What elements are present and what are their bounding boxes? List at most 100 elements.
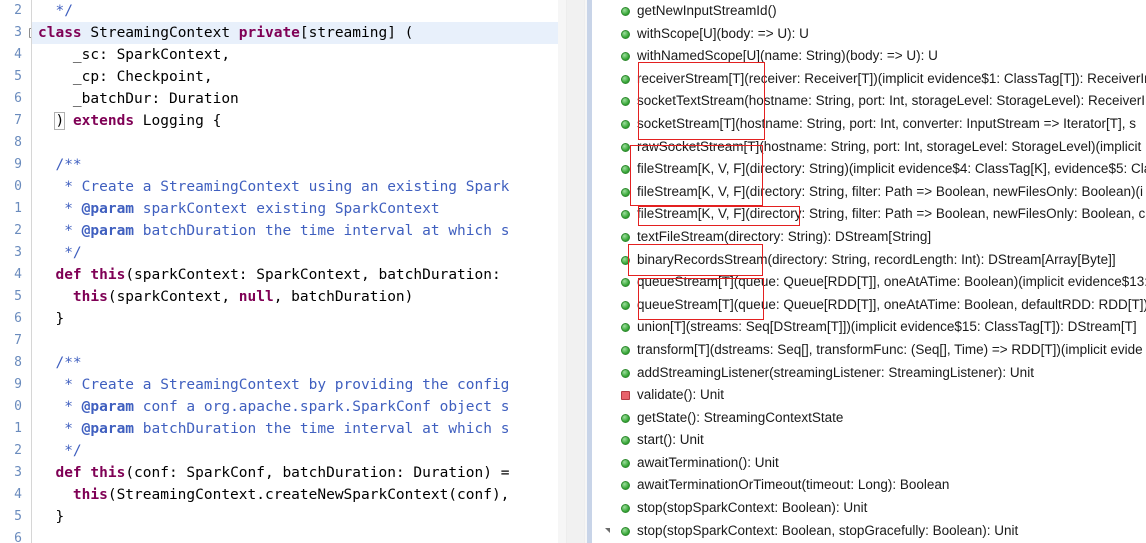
outline-item-label: awaitTermination(): Unit [637, 454, 779, 470]
outline-item[interactable]: getNewInputStreamId() [596, 0, 1146, 23]
public-method-icon [621, 300, 630, 310]
expand-collapse-triangle-icon[interactable] [605, 527, 610, 533]
public-method-icon [621, 255, 630, 265]
code-line[interactable]: this(StreamingContext.createNewSparkCont… [32, 484, 558, 506]
code-line[interactable]: */ [32, 440, 558, 462]
code-fold-collapse-icon[interactable] [29, 28, 31, 38]
code-line[interactable]: /** [32, 352, 558, 374]
outline-item[interactable]: addStreamingListener(streamingListener: … [596, 362, 1146, 385]
outline-item[interactable]: rawSocketStream[T](hostname: String, por… [596, 136, 1146, 159]
ide-window: 2 3 4 5 6 7 8 9 0 1 2 3 4 5 6 7 8 9 0 1 2 3 4 5 6 */ class Stream… [0, 0, 1146, 543]
code-line[interactable]: * @param sparkContext existing SparkCont… [32, 198, 558, 220]
code-line[interactable]: } [32, 506, 558, 528]
outline-item[interactable]: validate(): Unit [596, 384, 1146, 407]
private-method-icon [621, 391, 630, 401]
code-line[interactable]: */ [32, 0, 558, 22]
line-number: 8 [0, 352, 31, 374]
source-editor-pane[interactable]: 2 3 4 5 6 7 8 9 0 1 2 3 4 5 6 7 8 9 0 1 2 3 4 5 6 */ class Stream… [0, 0, 558, 543]
code-line[interactable]: * Create a StreamingContext by providing… [32, 374, 558, 396]
code-line[interactable]: def this(sparkContext: SparkContext, bat… [32, 264, 558, 286]
code-token: (sparkContext: SparkContext, batchDurati… [125, 267, 501, 283]
code-line[interactable]: def this(conf: SparkConf, batchDuration:… [32, 462, 558, 484]
outline-item[interactable]: union[T](streams: Seq[DStream[T]])(impli… [596, 316, 1146, 339]
code-line[interactable]: * @param batchDuration the time interval… [32, 418, 558, 440]
code-line[interactable] [32, 132, 558, 154]
outline-item[interactable]: queueStream[T](queue: Queue[RDD[T]], one… [596, 271, 1146, 294]
line-number: 7 [0, 330, 31, 352]
outline-item[interactable]: queueStream[T](queue: Queue[RDD[T]], one… [596, 294, 1146, 317]
outline-item[interactable]: awaitTerminationOrTimeout(timeout: Long)… [596, 474, 1146, 497]
code-token: _sc: SparkContext, [38, 47, 231, 63]
line-number: 2 [0, 440, 31, 462]
line-number: 1 [0, 418, 31, 440]
outline-item[interactable]: withNamedScope[U](name: String)(body: =>… [596, 45, 1146, 68]
outline-item-label: addStreamingListener(streamingListener: … [637, 364, 1034, 380]
line-number-label: 0 [14, 399, 22, 414]
public-method-icon [621, 142, 630, 152]
code-token: */ [38, 245, 82, 261]
outline-item[interactable]: transform[T](dstreams: Seq[], transformF… [596, 339, 1146, 362]
code-line[interactable]: * @param conf a org.apache.spark.SparkCo… [32, 396, 558, 418]
code-line[interactable]: } [32, 308, 558, 330]
code-token: * [38, 201, 82, 217]
public-method-icon [621, 481, 630, 491]
line-number-gutter[interactable]: 2 3 4 5 6 7 8 9 0 1 2 3 4 5 6 7 8 9 0 1 2 3 4 5 6 [0, 0, 32, 543]
code-line[interactable]: _batchDur: Duration [32, 88, 558, 110]
code-line[interactable]: _sc: SparkContext, [32, 44, 558, 66]
code-line[interactable]: */ [32, 242, 558, 264]
line-number-label: 3 [14, 465, 22, 480]
outline-item[interactable]: awaitTermination(): Unit [596, 452, 1146, 475]
code-token: Logging { [142, 113, 222, 129]
outline-item-label: fileStream[K, V, F](directory: String)(i… [637, 161, 1146, 177]
public-method-icon [621, 7, 630, 16]
line-number-label: 9 [14, 157, 22, 172]
outline-item[interactable]: stop(stopSparkContext: Boolean, stopGrac… [596, 520, 1146, 543]
outline-item[interactable]: withScope[U](body: => U): U [596, 23, 1146, 46]
code-line[interactable]: * @param batchDuration the time interval… [32, 220, 558, 242]
code-text-area[interactable]: */ class StreamingContext private[streami… [32, 0, 558, 543]
outline-item-label: transform[T](dstreams: Seq[], transformF… [637, 341, 1143, 357]
outline-item[interactable]: socketTextStream(hostname: String, port:… [596, 90, 1146, 113]
code-token: @param [81, 399, 135, 415]
line-number-label: 7 [14, 333, 22, 348]
code-token: null [238, 289, 274, 305]
code-line[interactable] [32, 528, 558, 543]
public-method-icon [621, 345, 630, 355]
editor-vertical-scrollbar-strip[interactable] [558, 0, 596, 543]
outline-view-pane[interactable]: getNewInputStreamId() withScope[U](body: … [596, 0, 1146, 543]
code-token: private [238, 25, 300, 41]
scrollbar-track[interactable] [566, 0, 585, 543]
code-line[interactable]: * Create a StreamingContext using an exi… [32, 176, 558, 198]
code-line[interactable]: _cp: Checkpoint, [32, 66, 558, 88]
code-token: batchDuration the time interval at which… [134, 421, 510, 437]
line-number: 6 [0, 528, 31, 543]
outline-item[interactable]: fileStream[K, V, F](directory: String, f… [596, 203, 1146, 226]
outline-item[interactable]: start(): Unit [596, 429, 1146, 452]
code-line[interactable]: ) extends Logging { [32, 110, 558, 132]
line-number: 5 [0, 66, 31, 88]
code-token: /** [38, 157, 82, 173]
outline-item[interactable]: getState(): StreamingContextState [596, 407, 1146, 430]
code-line[interactable]: this(sparkContext, null, batchDuration) [32, 286, 558, 308]
outline-item[interactable]: stop(stopSparkContext: Boolean): Unit [596, 497, 1146, 520]
outline-item[interactable]: socketStream[T](hostname: String, port: … [596, 113, 1146, 136]
public-method-icon [621, 210, 630, 220]
line-number-label: 4 [14, 47, 22, 62]
outline-item[interactable]: receiverStream[T](receiver: Receiver[T])… [596, 68, 1146, 91]
code-token: * [38, 421, 82, 437]
code-line[interactable]: /** [32, 154, 558, 176]
outline-item[interactable]: fileStream[K, V, F](directory: String, f… [596, 181, 1146, 204]
code-token: batchDuration the time interval at which… [134, 223, 510, 239]
public-method-icon [621, 526, 630, 536]
public-method-icon [621, 97, 630, 107]
outline-item[interactable]: binaryRecordsStream(directory: String, r… [596, 249, 1146, 272]
line-number-label: 6 [14, 311, 22, 326]
code-line[interactable]: class StreamingContext private[streaming… [32, 22, 558, 44]
public-method-icon [621, 323, 630, 333]
code-token: * Create a StreamingContext using an exi… [38, 179, 510, 195]
outline-item[interactable]: fileStream[K, V, F](directory: String)(i… [596, 158, 1146, 181]
outline-item-label: queueStream[T](queue: Queue[RDD[T]], one… [637, 274, 1146, 290]
code-line[interactable] [32, 330, 558, 352]
outline-item[interactable]: textFileStream(directory: String): DStre… [596, 226, 1146, 249]
